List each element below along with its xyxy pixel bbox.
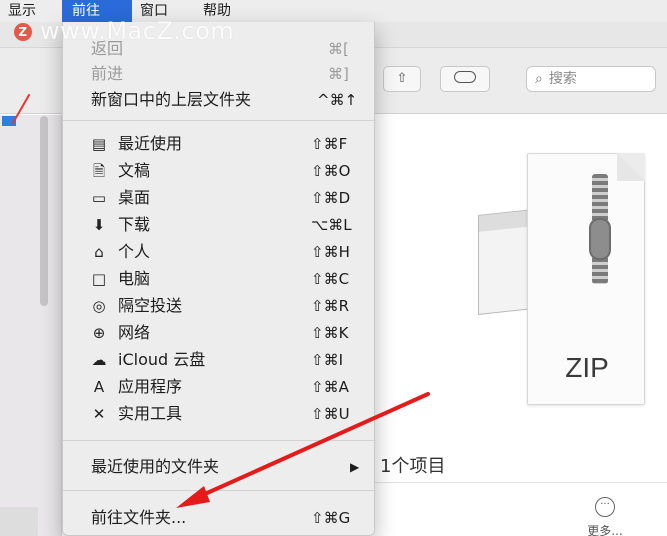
documents-icon: 🗎 xyxy=(92,162,106,180)
menu-item-label: 前进 xyxy=(91,64,124,83)
menu-item-utilities[interactable]: ✕ 实用工具 ⇧⌘U xyxy=(63,402,376,426)
menu-item-shortcut: ⇧⌘K xyxy=(311,324,349,342)
desktop-icon: ▭ xyxy=(91,189,107,207)
airdrop-icon: ◎ xyxy=(92,297,106,315)
menu-item-downloads[interactable]: ⬇ 下载 ⌥⌘L xyxy=(63,213,376,237)
sidebar-scrollbar[interactable] xyxy=(40,116,48,306)
menu-item-label: iCloud 云盘 xyxy=(118,350,206,369)
menu-item-go-to-folder[interactable]: 前往文件夹... ⇧⌘G xyxy=(63,506,376,530)
menu-item-home[interactable]: ⌂ 个人 ⇧⌘H xyxy=(63,240,376,264)
search-field[interactable]: ⌕ 搜索 xyxy=(526,66,656,92)
sidebar xyxy=(0,115,62,536)
zip-label: ZIP xyxy=(565,352,609,383)
zip-file-preview: ZIP xyxy=(527,153,645,405)
menu-item-shortcut: ⌘[ xyxy=(328,40,349,58)
menu-item-network[interactable]: ⊕ 网络 ⇧⌘K xyxy=(63,321,376,345)
submenu-arrow-icon: ▶ xyxy=(350,460,360,474)
menu-item-label: 网络 xyxy=(118,323,151,342)
zipper-pull-icon xyxy=(589,218,611,260)
go-menu: 返回 ⌘[ 前进 ⌘] 新窗口中的上层文件夹 ^⌘↑ ▤ 最近使用 ⇧⌘F 🗎 … xyxy=(62,22,376,536)
menu-item-label: 最近使用的文件夹 xyxy=(91,457,220,476)
watermark-text: www.MacZ.com xyxy=(40,17,235,45)
menu-item-label: 文稿 xyxy=(118,161,151,180)
divider xyxy=(375,482,667,483)
preview-mini-window xyxy=(478,209,535,315)
share-button[interactable]: ⇧ xyxy=(383,66,421,92)
sidebar-footer xyxy=(0,507,38,536)
search-placeholder: 搜索 xyxy=(548,71,577,87)
menu-item-shortcut: ⇧⌘G xyxy=(311,509,351,527)
watermark-logo-icon: Z xyxy=(14,23,32,41)
menu-item-shortcut: ⌥⌘L xyxy=(311,216,352,234)
menu-item-shortcut: ⇧⌘F xyxy=(311,135,348,153)
menu-item-shortcut: ⇧⌘A xyxy=(311,378,349,396)
menu-item-recent-folders[interactable]: 最近使用的文件夹 ▶ xyxy=(63,455,376,479)
home-icon: ⌂ xyxy=(94,243,104,261)
menu-item-shortcut: ⌘] xyxy=(328,65,349,83)
applications-icon: A xyxy=(93,378,105,396)
recents-icon: ▤ xyxy=(91,135,107,153)
menu-item-shortcut: ⇧⌘H xyxy=(311,243,350,261)
menu-item-icloud-drive[interactable]: ☁ iCloud 云盘 ⇧⌘I xyxy=(63,348,376,372)
more-icon: ··· xyxy=(595,497,615,517)
more-button[interactable]: ··· 更多... xyxy=(585,492,625,536)
menu-item-shortcut: ⇧⌘U xyxy=(311,405,350,423)
menu-item-shortcut: ⇧⌘I xyxy=(311,351,343,369)
menu-separator xyxy=(63,440,376,441)
menu-item-desktop[interactable]: ▭ 桌面 ⇧⌘D xyxy=(63,186,376,210)
menu-separator xyxy=(63,120,376,121)
menu-item-recents[interactable]: ▤ 最近使用 ⇧⌘F xyxy=(63,132,376,156)
menu-item-label: 最近使用 xyxy=(118,134,183,153)
menu-item-shortcut: ⇧⌘D xyxy=(311,189,351,207)
menu-item-label: 隔空投送 xyxy=(118,296,183,315)
zip-page-fold xyxy=(617,153,645,181)
menu-item-forward[interactable]: 前进 ⌘] xyxy=(63,62,376,86)
menu-item-label: 电脑 xyxy=(118,269,151,288)
downloads-icon: ⬇ xyxy=(92,216,106,234)
menu-item-computer[interactable]: □ 电脑 ⇧⌘C xyxy=(63,267,376,291)
menu-item-documents[interactable]: 🗎 文稿 ⇧⌘O xyxy=(63,159,376,183)
more-label: 更多... xyxy=(587,524,623,536)
tag-button[interactable] xyxy=(440,66,490,92)
menu-item-shortcut: ⇧⌘R xyxy=(311,297,349,315)
menu-item-label: 新窗口中的上层文件夹 xyxy=(91,90,252,109)
watermark: Zwww.MacZ.com xyxy=(14,16,234,46)
search-icon: ⌕ xyxy=(535,71,543,87)
menu-separator xyxy=(63,490,376,491)
menu-item-applications[interactable]: A 应用程序 ⇧⌘A xyxy=(63,375,376,399)
items-count: 1个项目 xyxy=(380,456,446,477)
menu-item-label: 桌面 xyxy=(118,188,151,207)
menu-item-shortcut: ⇧⌘O xyxy=(311,162,351,180)
utilities-icon: ✕ xyxy=(92,405,106,423)
menu-item-label: 实用工具 xyxy=(118,404,183,423)
menu-item-shortcut: ⇧⌘C xyxy=(311,270,350,288)
computer-icon: □ xyxy=(91,270,107,288)
share-icon: ⇧ xyxy=(396,71,408,86)
menu-item-airdrop[interactable]: ◎ 隔空投送 ⇧⌘R xyxy=(63,294,376,318)
menu-item-label: 下载 xyxy=(118,215,151,234)
icloud-icon: ☁ xyxy=(91,351,107,369)
menu-item-label: 个人 xyxy=(118,242,151,261)
menu-item-label: 应用程序 xyxy=(118,377,183,396)
menu-item-label: 前往文件夹... xyxy=(91,508,187,527)
menu-item-enclosing-folder[interactable]: 新窗口中的上层文件夹 ^⌘↑ xyxy=(63,88,376,112)
network-icon: ⊕ xyxy=(92,324,106,342)
menu-item-shortcut: ^⌘↑ xyxy=(317,91,358,109)
tag-icon xyxy=(454,71,476,83)
